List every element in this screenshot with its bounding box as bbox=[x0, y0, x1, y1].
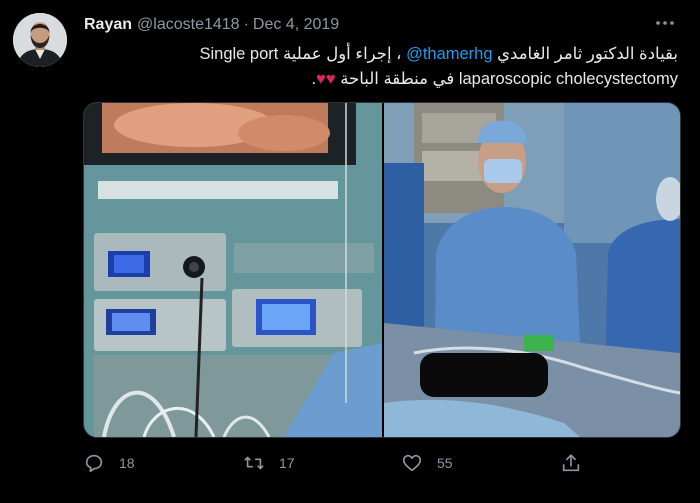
media-image-equipment[interactable] bbox=[84, 103, 384, 437]
media-image-operating-room[interactable] bbox=[384, 103, 680, 437]
more-icon bbox=[656, 21, 674, 25]
like-button[interactable]: 55 bbox=[401, 448, 453, 478]
text-segment-latin: laparoscopic cholecystectomy bbox=[458, 70, 678, 88]
text-segment: في منطقة الباحة bbox=[335, 70, 459, 88]
text-segment: ، إجراء أول عملية bbox=[278, 45, 407, 63]
share-icon bbox=[562, 454, 580, 472]
text-segment-latin: Single port bbox=[199, 45, 279, 63]
author-name[interactable]: Rayan bbox=[84, 16, 132, 34]
retweet-icon bbox=[244, 456, 264, 470]
share-button[interactable] bbox=[560, 448, 596, 478]
more-button[interactable] bbox=[652, 14, 678, 32]
retweet-count: 17 bbox=[279, 455, 295, 471]
heart-emoji: ♥♥ bbox=[316, 70, 336, 88]
reply-icon bbox=[85, 454, 103, 473]
author-handle[interactable]: @lacoste1418 bbox=[137, 16, 240, 34]
like-count: 55 bbox=[437, 455, 453, 471]
tweet-date[interactable]: Dec 4, 2019 bbox=[253, 16, 339, 34]
retweet-button[interactable]: 17 bbox=[243, 448, 295, 478]
reply-count: 18 bbox=[119, 455, 135, 471]
separator: · bbox=[243, 16, 249, 33]
tweet[interactable]: Rayan @lacoste1418 · Dec 4, 2019 بقيادة … bbox=[0, 0, 700, 503]
reply-button[interactable]: 18 bbox=[83, 448, 135, 478]
tweet-text-line-1: بقيادة الدكتور ثامر الغامدي @thamerhg ، … bbox=[84, 44, 678, 64]
text-segment: بقيادة الدكتور ثامر الغامدي bbox=[492, 45, 678, 63]
tweet-media[interactable] bbox=[83, 102, 681, 438]
mention-link[interactable]: @thamerhg bbox=[406, 45, 492, 63]
tweet-header: Rayan @lacoste1418 · Dec 4, 2019 bbox=[84, 14, 680, 36]
tweet-actions: 18 17 55 bbox=[83, 448, 679, 478]
tweet-text-line-2: laparoscopic cholecystectomy في منطقة ال… bbox=[84, 69, 678, 89]
like-icon bbox=[402, 454, 422, 472]
avatar[interactable] bbox=[13, 13, 67, 67]
